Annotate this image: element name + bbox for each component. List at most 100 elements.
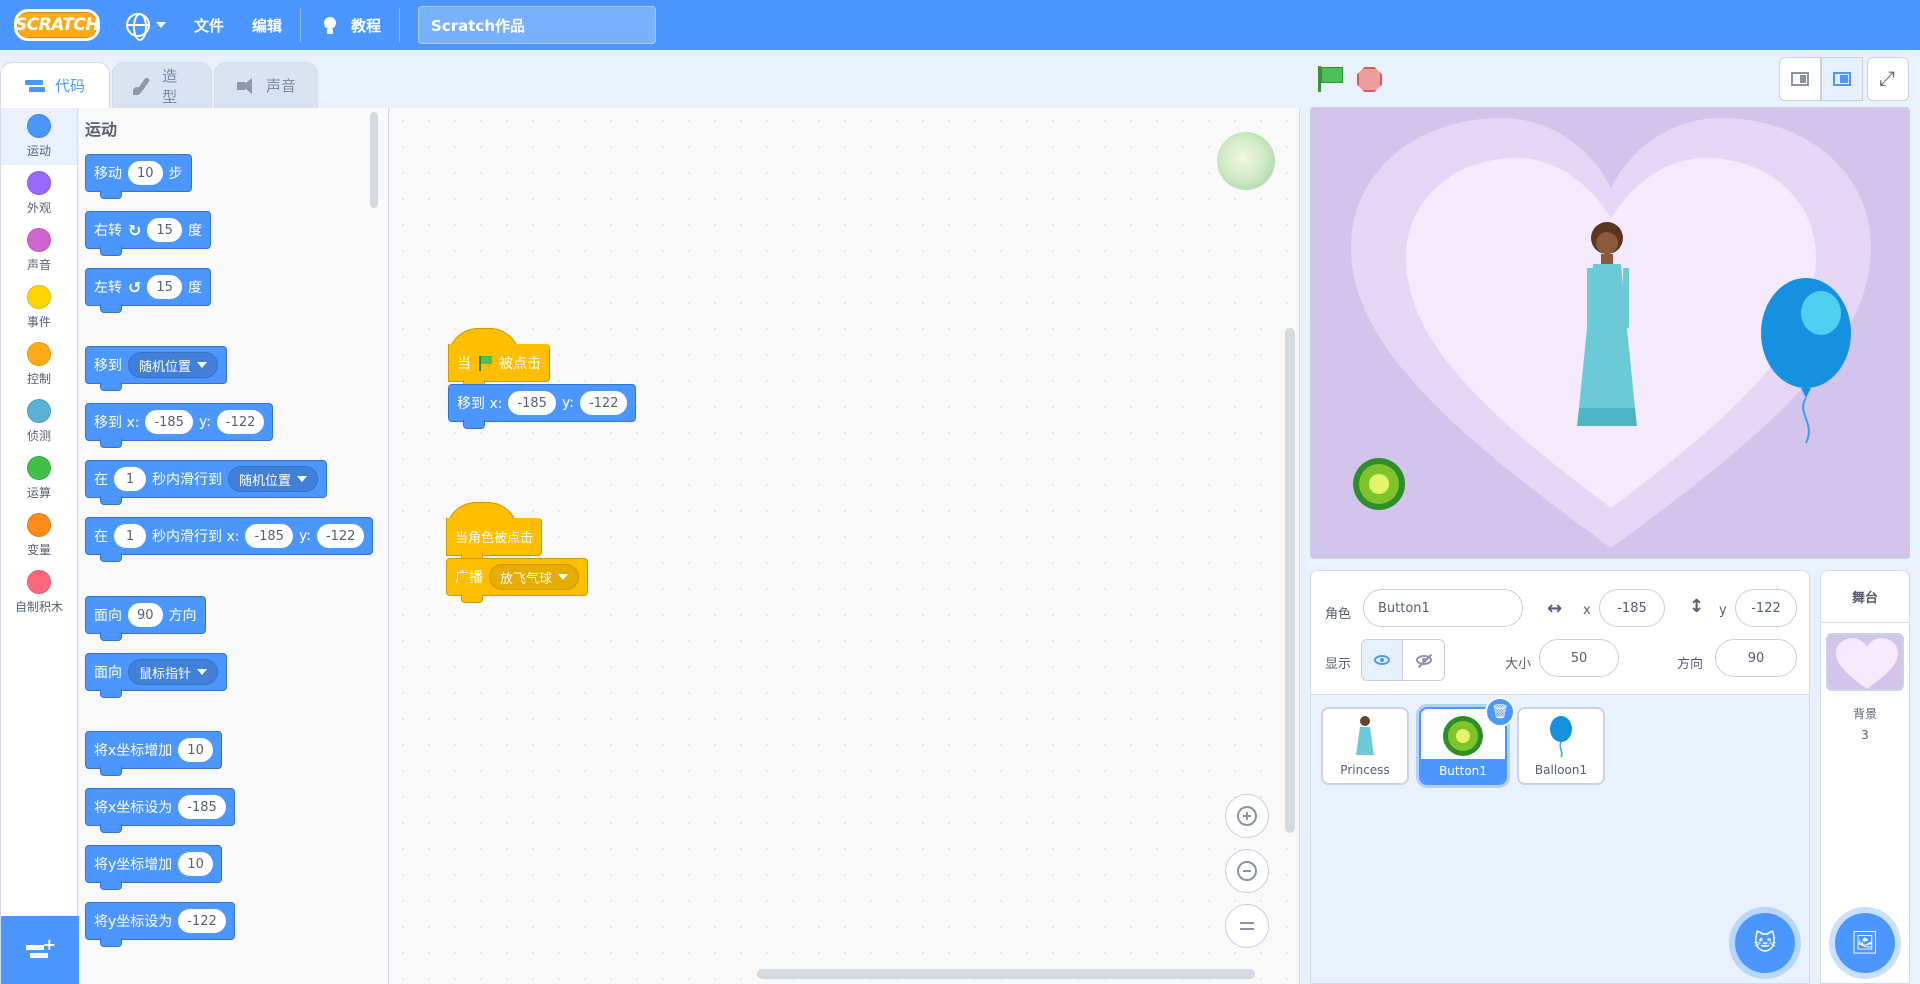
block-input[interactable]: 10 [178,852,213,876]
block-goto-menu[interactable]: 移到 随机位置 [85,346,228,391]
category-motion[interactable]: 运动 [1,108,77,165]
block-point-direction[interactable]: 面向 90 方向 [85,596,206,641]
file-menu[interactable]: 文件 [180,0,238,50]
sprite-tile-princess[interactable]: Princess [1321,707,1409,785]
category-looks[interactable]: 外观 [1,165,77,222]
category-variables[interactable]: 变量 [1,507,77,564]
block-dropdown[interactable]: 放飞气球 [489,564,580,590]
category-label: 变量 [26,543,51,557]
zoom-reset-button[interactable] [1225,904,1269,948]
block-input[interactable]: 1 [114,524,146,548]
category-sensing[interactable]: 侦测 [1,393,77,450]
workspace-horizontal-scrollbar[interactable] [757,969,1255,979]
tab-costumes[interactable]: 造型 [112,62,212,108]
sprite-tile-button1[interactable]: Button1 🗑 [1419,697,1515,785]
block-goto-xy[interactable]: 移到 x: -185 y: -122 [448,384,637,429]
y-label: y [1719,603,1727,618]
category-my-blocks[interactable]: 自制积木 [1,564,77,621]
block-input[interactable]: 10 [128,161,163,185]
hide-sprite-button[interactable] [1403,639,1445,681]
category-control[interactable]: 控制 [1,336,77,393]
choose-sprite-button[interactable]: 🐱 [1735,913,1795,973]
fullscreen-button[interactable] [1867,57,1909,101]
block-change-x[interactable]: 将x坐标增加 10 [85,731,222,776]
y-position-input[interactable]: -122 [1735,589,1797,627]
small-stage-button[interactable] [1779,57,1821,101]
green-flag-button[interactable] [1316,64,1344,92]
sprite-tile-balloon1[interactable]: Balloon1 [1517,707,1605,785]
direction-input[interactable]: 90 [1715,639,1797,677]
language-menu[interactable] [112,0,180,50]
block-input[interactable]: -122 [178,909,226,933]
dropdown-value: 鼠标指针 [139,666,192,682]
block-dropdown[interactable]: 随机位置 [228,466,319,492]
block-dropdown[interactable]: 随机位置 [128,352,219,378]
block-input[interactable]: -185 [508,391,556,415]
project-title-input[interactable]: Scratch作品 [418,6,657,44]
block-broadcast[interactable]: 广播 放飞气球 [446,558,589,603]
block-move-steps[interactable]: 移动 10 步 [85,154,192,199]
block-goto-xy[interactable]: 移到 x: -185 y: -122 [85,403,274,448]
block-dropdown[interactable]: 鼠标指针 [128,659,219,685]
block-input[interactable]: 15 [147,275,182,299]
stage-canvas[interactable] [1310,107,1910,559]
add-extension-button[interactable]: + [1,916,79,984]
zoom-in-button[interactable] [1225,794,1269,838]
backdrop-thumbnail-image [1828,635,1902,689]
workspace-vertical-scrollbar[interactable] [1285,328,1295,833]
category-operators[interactable]: 运算 [1,450,77,507]
block-set-y[interactable]: 将y坐标设为 -122 [85,902,235,947]
block-input[interactable]: -122 [216,410,265,434]
stage-selector[interactable]: 舞台 背景 3 🖼 [1820,570,1910,984]
backdrop-thumbnail[interactable] [1826,633,1904,691]
block-input[interactable]: -185 [245,524,293,548]
size-input[interactable]: 50 [1539,639,1619,677]
category-events[interactable]: 事件 [1,279,77,336]
cat-plus-icon: 🐱 [1753,930,1777,956]
block-input[interactable]: 90 [128,603,163,627]
delete-sprite-button[interactable]: 🗑 [1485,697,1515,727]
category-dot-icon [27,285,51,309]
sprite-name-input[interactable]: Button1 [1363,589,1523,627]
palette-scrollbar[interactable] [370,112,378,208]
large-stage-button[interactable] [1821,57,1863,101]
block-input[interactable]: -122 [579,391,628,415]
block-change-y[interactable]: 将y坐标增加 10 [85,845,222,890]
block-text: y: [198,414,211,430]
block-text: 面向 [94,665,122,681]
block-glide-xy[interactable]: 在 1 秒内滑行到 x: -185 y: -122 [85,517,374,562]
tab-code[interactable]: 代码 [0,62,110,108]
block-input[interactable]: -122 [316,524,365,548]
add-extension-icon: + [26,935,56,961]
scratch-logo[interactable]: SCRATCH [14,9,100,41]
block-input[interactable]: 15 [147,218,182,242]
block-input[interactable]: 1 [114,467,146,491]
block-when-flag-clicked[interactable]: 当 被点击 [448,344,550,389]
tab-sounds[interactable]: 声音 [214,62,318,108]
stop-button[interactable] [1357,67,1382,92]
block-turn-left[interactable]: 左转 ↺ 15 度 [85,268,211,313]
block-turn-right[interactable]: 右转 ↻ 15 度 [85,211,211,256]
block-input[interactable]: -185 [178,795,226,819]
category-label: 外观 [26,201,51,215]
sprite-name: Button1 [1421,759,1505,783]
editor-tabs: 代码 造型 声音 [0,62,320,108]
block-when-sprite-clicked[interactable]: 当角色被点击 [446,518,542,563]
choose-backdrop-button[interactable]: 🖼 [1835,913,1895,973]
block-input[interactable]: -185 [145,410,193,434]
category-sound[interactable]: 声音 [1,222,77,279]
button-sprite[interactable] [1353,458,1405,510]
block-text: 移到 [94,358,122,374]
script-workspace[interactable]: 当 被点击 移到 x: -185 y: -122 当角色被点击 广播 放飞气球 [390,108,1300,984]
chevron-down-icon [197,362,208,368]
edit-menu[interactable]: 编辑 [238,0,296,50]
category-dot-icon [27,456,51,480]
x-position-input[interactable]: -185 [1599,589,1665,627]
block-set-x[interactable]: 将x坐标设为 -185 [85,788,235,833]
block-input[interactable]: 10 [178,738,213,762]
show-sprite-button[interactable] [1361,639,1403,681]
block-point-towards[interactable]: 面向 鼠标指针 [85,653,228,698]
block-glide-menu[interactable]: 在 1 秒内滑行到 随机位置 [85,460,328,505]
tutorials-menu[interactable]: 教程 [305,0,395,50]
zoom-out-button[interactable] [1225,849,1269,893]
